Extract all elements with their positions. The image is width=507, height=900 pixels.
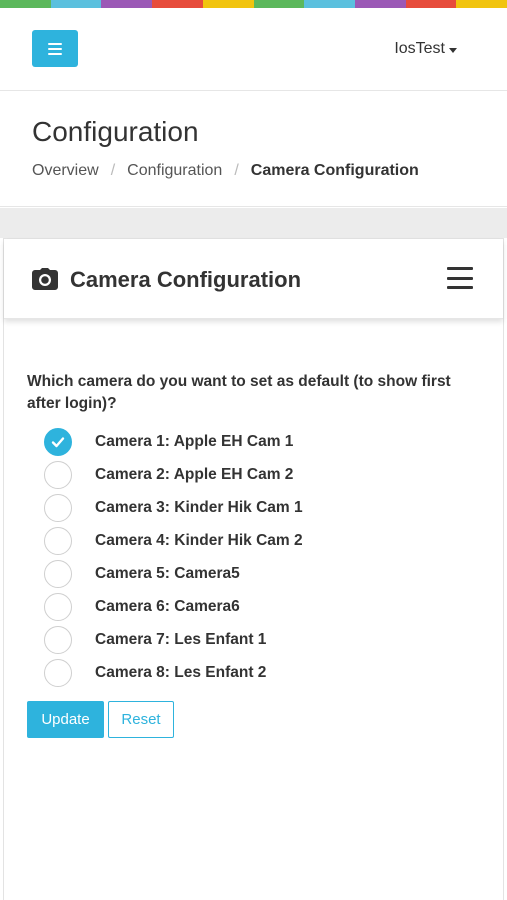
caret-down-icon: [449, 47, 457, 53]
camera-option[interactable]: Camera 6: Camera6: [44, 590, 303, 623]
breadcrumb-separator: /: [110, 162, 116, 179]
page-title: Configuration: [32, 116, 199, 147]
user-menu[interactable]: IosTest: [394, 40, 457, 58]
hamburger-icon[interactable]: [447, 267, 473, 289]
camera-configuration-panel: Camera Configuration Which camera do you…: [3, 238, 504, 900]
radio-button[interactable]: [44, 526, 72, 555]
page-header: Configuration Overview / Configuration /…: [0, 92, 507, 207]
sidebar-toggle-button[interactable]: [32, 30, 78, 67]
camera-option-label: Camera 3: Kinder Hik Cam 1: [95, 498, 303, 516]
radio-button[interactable]: [44, 493, 72, 522]
camera-option-label: Camera 8: Les Enfant 2: [95, 663, 267, 681]
camera-option[interactable]: Camera 4: Kinder Hik Cam 2: [44, 524, 303, 557]
top-navbar: IosTest: [0, 8, 507, 91]
camera-option-label: Camera 2: Apple EH Cam 2: [95, 465, 294, 483]
rainbow-stripe: [0, 0, 507, 8]
update-button[interactable]: Update: [27, 701, 104, 738]
hamburger-icon: [48, 42, 62, 55]
radio-button[interactable]: [44, 592, 72, 621]
camera-option[interactable]: Camera 5: Camera5: [44, 557, 303, 590]
breadcrumb-camera-configuration: Camera Configuration: [250, 162, 419, 179]
user-name: IosTest: [394, 40, 445, 57]
reset-button[interactable]: Reset: [108, 701, 174, 738]
camera-option[interactable]: Camera 7: Les Enfant 1: [44, 623, 303, 656]
camera-option[interactable]: Camera 3: Kinder Hik Cam 1: [44, 491, 303, 524]
camera-option[interactable]: Camera 8: Les Enfant 2: [44, 656, 303, 689]
breadcrumb-separator: /: [234, 162, 239, 179]
camera-icon: [32, 268, 58, 290]
camera-option[interactable]: Camera 2: Apple EH Cam 2: [44, 458, 303, 491]
camera-option-label: Camera 4: Kinder Hik Cam 2: [95, 531, 303, 549]
breadcrumb: Overview / Configuration / Camera Config…: [32, 162, 419, 180]
default-camera-question: Which camera do you want to set as defau…: [27, 373, 451, 412]
breadcrumb-configuration[interactable]: Configuration: [127, 162, 222, 180]
camera-option-label: Camera 1: Apple EH Cam 1: [95, 432, 294, 450]
panel-header: Camera Configuration: [4, 239, 503, 319]
radio-button[interactable]: [44, 625, 72, 654]
radio-checked[interactable]: [44, 427, 72, 456]
camera-option-label: Camera 6: Camera6: [95, 597, 240, 615]
panel-title: Camera Configuration: [70, 267, 302, 292]
radio-button[interactable]: [44, 460, 72, 489]
radio-button[interactable]: [44, 658, 72, 687]
camera-option-label: Camera 5: Camera5: [95, 564, 240, 582]
camera-option[interactable]: Camera 1: Apple EH Cam 1: [44, 425, 303, 458]
camera-option-label: Camera 7: Les Enfant 1: [95, 630, 267, 648]
check-icon: [51, 436, 65, 447]
content-spacer: [0, 208, 507, 238]
camera-options-list: Camera 1: Apple EH Cam 1 Camera 2: Apple …: [44, 425, 303, 689]
breadcrumb-overview[interactable]: Overview: [32, 162, 99, 180]
radio-button[interactable]: [44, 559, 72, 588]
